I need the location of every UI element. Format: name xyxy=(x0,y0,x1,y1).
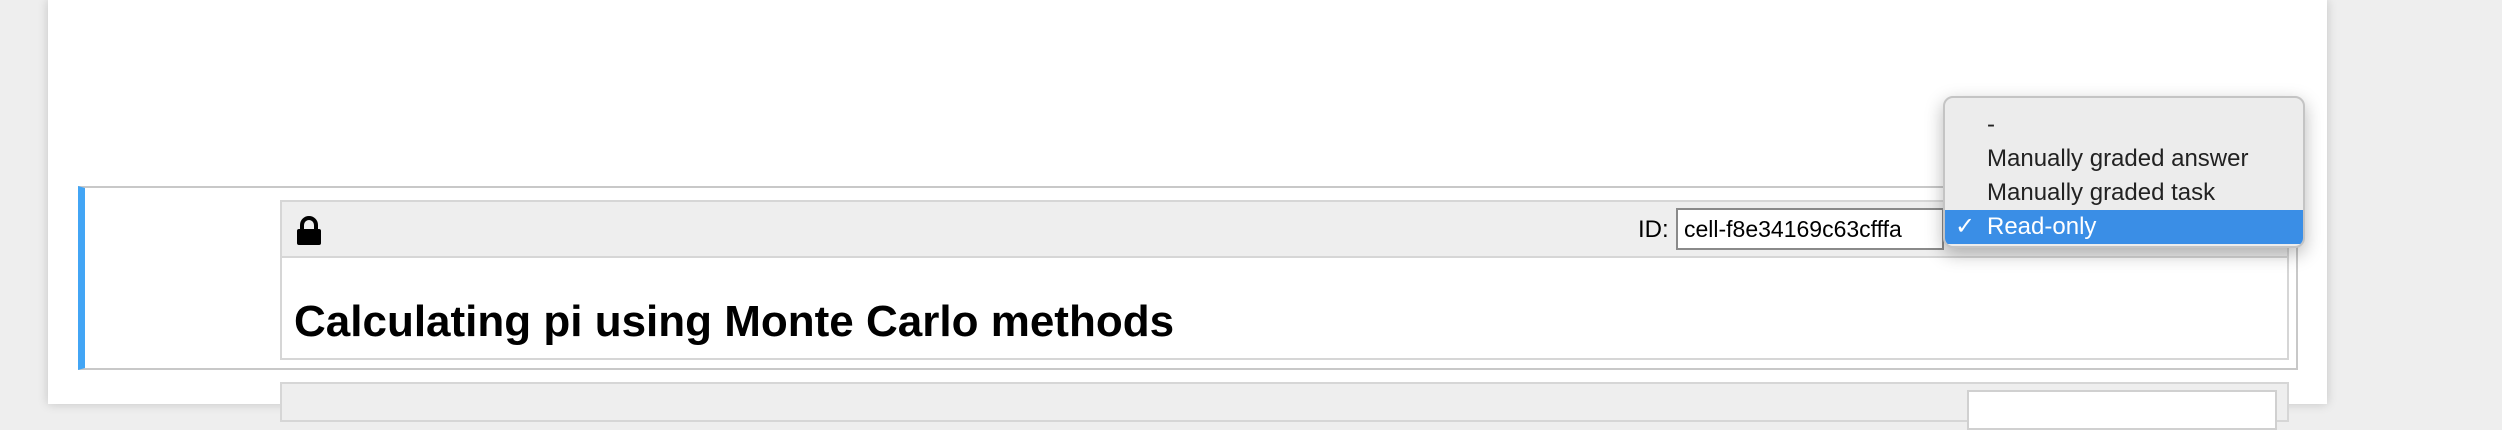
next-cell-type-select[interactable] xyxy=(1967,390,2277,430)
dropdown-option-manually-graded-answer[interactable]: Manually graded answer xyxy=(1945,142,2303,176)
check-icon: ✓ xyxy=(1955,213,1976,240)
cell-type-dropdown[interactable]: - Manually graded answer Manually graded… xyxy=(1943,96,2305,248)
id-label: ID: xyxy=(1638,216,1669,243)
lock-icon xyxy=(297,216,321,245)
next-cell-toolbar xyxy=(280,382,2289,430)
cell-id-input[interactable] xyxy=(1676,208,1944,250)
cell-heading: Calculating pi using Monte Carlo methods xyxy=(294,297,1175,346)
dropdown-option-read-only[interactable]: ✓ Read-only xyxy=(1945,210,2303,244)
dropdown-option-manually-graded-task[interactable]: Manually graded task xyxy=(1945,176,2303,210)
dropdown-option-none[interactable]: - xyxy=(1945,108,2303,142)
